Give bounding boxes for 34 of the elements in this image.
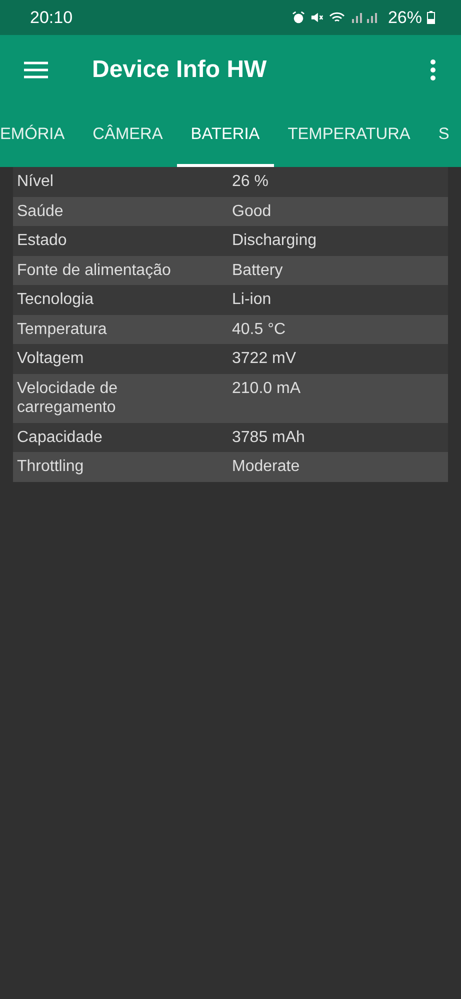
tab[interactable]: EMÓRIA [0, 105, 79, 167]
wifi-icon [328, 11, 345, 24]
row-value: Battery [232, 260, 284, 280]
row-label: Fonte de alimentação [17, 260, 172, 280]
alarm-icon [292, 11, 305, 24]
mute-icon [310, 11, 324, 24]
row-label: Estado [17, 231, 68, 250]
menu-icon[interactable] [24, 61, 48, 79]
more-options-icon[interactable] [430, 59, 436, 81]
row-value: Good [232, 202, 272, 221]
row-value: Discharging [232, 231, 318, 250]
row-value: Li-ion [232, 290, 272, 310]
row-value: 3785 mAh [232, 428, 306, 447]
row-label: Capacidade [17, 428, 104, 447]
row-label: Saúde [17, 202, 64, 221]
tab[interactable]: CÂMERA [78, 105, 177, 167]
row-value: 3722 mV [232, 349, 298, 368]
row-value: 40.5 °C [232, 320, 287, 339]
row-label: Nível [17, 172, 54, 192]
battery-percent: 26% [388, 8, 422, 28]
row-label: Voltagem [17, 349, 85, 368]
row-value: 210.0 mA [232, 378, 302, 398]
clock-time: 20:10 [30, 8, 73, 28]
battery-icon [427, 11, 435, 24]
tab[interactable]: TEMPERATURA [274, 105, 424, 167]
row-value: 26 % [232, 172, 270, 192]
tab[interactable]: S [424, 105, 461, 167]
row-label: Throttling [17, 457, 85, 476]
row-value: Moderate [232, 457, 301, 476]
signal-icon [350, 11, 380, 24]
row-label: Temperatura [17, 320, 108, 339]
app-title: Device Info HW [92, 56, 268, 84]
row-label: Tecnologia [17, 290, 94, 310]
row-label: Velocidade de carregamento [17, 378, 119, 418]
